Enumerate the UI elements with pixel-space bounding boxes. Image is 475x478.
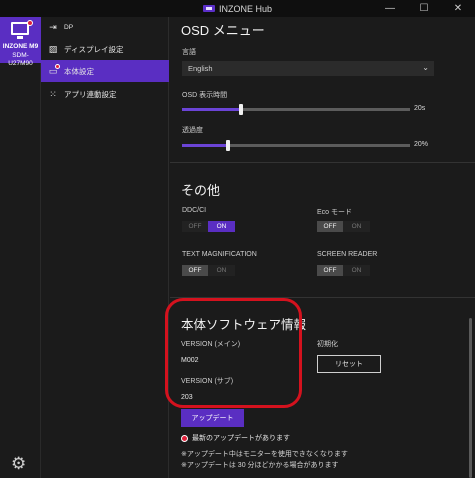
grid-icon: ⁙ [49,88,57,99]
transparency-slider[interactable] [182,140,410,151]
device-name: INZONE M9 [2,43,39,50]
toggle-off[interactable]: OFF [317,265,343,276]
sidebar-item-label: ディスプレイ設定 [64,44,124,54]
transparency-label: 透過度 [182,127,203,134]
osd-time-label: OSD 表示時間 [182,92,228,99]
sidebar-item-input[interactable]: ⇥ DP [41,17,169,37]
device-alert-dot [27,20,33,26]
toggle-on[interactable]: ON [208,221,235,232]
update-available-status: 最新のアップデートがあります [181,433,290,443]
text-magnification-toggle[interactable]: OFF ON [182,265,235,276]
title-bar: INZONE Hub — ☐ ✕ [0,0,475,17]
gear-icon[interactable]: ⚙ [11,454,26,474]
language-label: 言語 [182,49,196,56]
app-title-text: INZONE Hub [218,3,272,14]
sidebar-item-label: 本体設定 [64,66,94,76]
section-divider [170,162,475,163]
toggle-on[interactable]: ON [343,221,370,232]
update-note-1: ※アップデート中はモニターを使用できなくなります [181,451,348,458]
minimize-button[interactable]: — [373,0,407,17]
update-available-text: 最新のアップデートがあります [192,435,290,442]
slider-thumb[interactable] [226,140,230,151]
chevron-down-icon: ⌄ [422,63,429,72]
update-note-2: ※アップデートは 30 分ほどかかる場合があります [181,462,339,469]
slider-fill [182,144,228,147]
reset-title: 初期化 [317,341,338,348]
eco-mode-label: Eco モード [317,209,353,216]
update-button[interactable]: アップデート [181,409,244,427]
toggle-off[interactable]: OFF [182,221,208,232]
monitor-settings-icon: ▭ [47,63,60,77]
image-icon: ▨ [48,43,58,54]
sidebar-nav: ⇥ DP ▨ ディスプレイ設定 ▭ 本体設定 ⁙ アプリ連動設定 [41,17,169,478]
alert-dot [55,63,60,69]
input-icon: ⇥ [49,21,57,32]
sidebar-item-display[interactable]: ▨ ディスプレイ設定 [41,38,169,60]
sidebar-item-label: DP [64,23,74,31]
reset-button[interactable]: リセット [317,355,381,373]
inzone-logo-icon [202,5,215,12]
monitor-stand [17,36,23,39]
language-value: English [188,64,213,73]
screen-reader-toggle[interactable]: OFF ON [317,265,370,276]
other-title: その他 [181,183,221,198]
eco-mode-toggle[interactable]: OFF ON [317,221,370,232]
ddc-ci-label: DDC/CI [182,207,207,214]
device-card[interactable]: INZONE M9 SDM-U27M90 [0,17,41,67]
sidebar-item-device-settings[interactable]: ▭ 本体設定 [41,60,169,82]
osd-menu-title: OSD メニュー [181,23,265,38]
toggle-on[interactable]: ON [343,265,370,276]
toggle-on[interactable]: ON [208,265,235,276]
scrollbar[interactable] [469,318,472,478]
close-button[interactable]: ✕ [441,0,475,17]
alert-dot [181,434,188,442]
device-column: INZONE M9 SDM-U27M90 ⚙ [0,17,41,478]
osd-time-value: 20s [414,105,426,112]
sidebar-item-app-link[interactable]: ⁙ アプリ連動設定 [41,83,169,105]
language-select[interactable]: English ⌄ [182,61,434,76]
screen-reader-label: SCREEN READER [317,251,378,258]
slider-fill [182,108,241,111]
slider-thumb[interactable] [239,104,243,115]
device-model: SDM-U27M90 [8,52,33,67]
sidebar-item-label: アプリ連動設定 [64,89,117,99]
maximize-button[interactable]: ☐ [407,0,441,17]
highlight-annotation [165,298,302,408]
toggle-off[interactable]: OFF [182,265,208,276]
text-magnification-label: TEXT MAGNIFICATION [182,251,257,258]
ddc-ci-toggle[interactable]: OFF ON [182,221,235,232]
toggle-off[interactable]: OFF [317,221,343,232]
osd-time-slider[interactable] [182,104,410,115]
main-panel: OSD メニュー 言語 English ⌄ OSD 表示時間 20s 透過度 2… [170,17,475,478]
transparency-value: 20% [414,141,429,148]
